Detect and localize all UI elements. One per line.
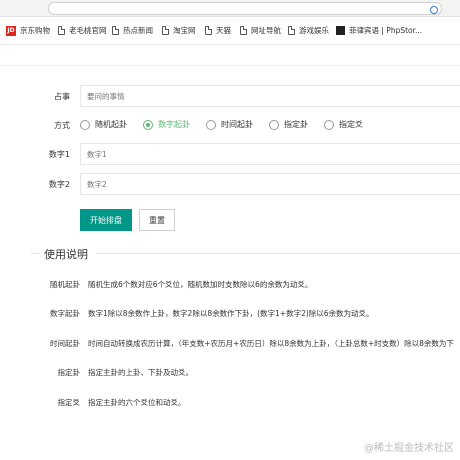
usage-label-random: 随机起卦 bbox=[50, 280, 80, 289]
address-bar-indicator-icon bbox=[430, 6, 438, 14]
bookmark-label: 热点新闻 bbox=[123, 26, 153, 35]
divination-page: 占事 方式 随机起卦 数字起卦 时间起卦 指定卦 指定爻 数字1 数字2 开始排… bbox=[0, 45, 460, 460]
radio-circle-icon bbox=[269, 119, 279, 130]
divider bbox=[0, 65, 460, 66]
usage-text-specify-yao: 指定主卦的六个爻位和动爻。 bbox=[88, 398, 186, 407]
bookmark-label: 老毛桃官网 bbox=[69, 26, 107, 35]
bookmark-label: 天猫 bbox=[216, 26, 231, 35]
watermark: @稀土掘金技术社区 bbox=[364, 443, 454, 454]
usage-label-number: 数字起卦 bbox=[50, 309, 80, 318]
bookmark-taobao[interactable]: 淘宝网 bbox=[162, 25, 196, 36]
bookmark-games[interactable]: 游戏娱乐 bbox=[288, 25, 329, 36]
phpstorm-icon bbox=[336, 26, 345, 35]
bookmark-nav[interactable]: 网址导航 bbox=[240, 25, 281, 36]
radio-number[interactable]: 数字起卦 bbox=[143, 119, 190, 130]
usage-text-time: 时间自动转换成农历计算，（年支数+农历月+农历日）除以8余数为上卦，（上卦总数+… bbox=[88, 339, 454, 348]
radio-label: 随机起卦 bbox=[95, 120, 127, 129]
page-icon bbox=[112, 26, 119, 35]
bookmarks-bar: JD 京东购物 老毛桃官网 热点新闻 淘宝网 天猫 网址导航 游戏娱乐 菲律宾语… bbox=[0, 17, 460, 45]
method-radio-group: 随机起卦 数字起卦 时间起卦 指定卦 指定爻 bbox=[80, 119, 363, 130]
number2-label: 数字2 bbox=[48, 180, 70, 189]
page-icon bbox=[205, 26, 212, 35]
section-divider bbox=[96, 253, 460, 254]
radio-specify-gua[interactable]: 指定卦 bbox=[269, 119, 308, 130]
bookmark-label: 淘宝网 bbox=[173, 26, 196, 35]
radio-label: 指定卦 bbox=[284, 120, 308, 129]
bookmark-label: 网址导航 bbox=[251, 26, 281, 35]
usage-label-specify-gua: 指定卦 bbox=[57, 368, 81, 377]
number1-input[interactable] bbox=[80, 143, 460, 165]
jd-logo-icon: JD bbox=[6, 25, 16, 36]
usage-text-random: 随机生成6个数对应6个爻位，随机数加时支数除以6的余数为动爻。 bbox=[88, 280, 313, 289]
start-button[interactable]: 开始排盘 bbox=[80, 209, 132, 231]
radio-label: 指定爻 bbox=[339, 120, 363, 129]
radio-random[interactable]: 随机起卦 bbox=[80, 119, 127, 130]
number2-input[interactable] bbox=[80, 173, 460, 195]
usage-label-time: 时间起卦 bbox=[50, 339, 80, 348]
usage-text-number: 数字1除以8余数作上卦，数字2除以8余数作下卦，(数字1+数字2)除以6余数为动… bbox=[88, 309, 374, 318]
bookmark-laomaotao[interactable]: 老毛桃官网 bbox=[58, 25, 107, 36]
bookmark-news[interactable]: 热点新闻 bbox=[112, 25, 153, 36]
page-icon bbox=[240, 26, 247, 35]
radio-specify-yao[interactable]: 指定爻 bbox=[324, 119, 363, 130]
section-divider bbox=[30, 253, 40, 254]
event-input[interactable] bbox=[80, 85, 460, 107]
page-icon bbox=[288, 26, 295, 35]
radio-time[interactable]: 时间起卦 bbox=[206, 119, 253, 130]
browser-address-strip bbox=[0, 0, 460, 17]
bookmark-label: 菲律宾语 | PhpStor... bbox=[349, 26, 423, 35]
bookmark-label: 京东购物 bbox=[20, 26, 50, 35]
page-icon bbox=[162, 26, 169, 35]
radio-circle-icon bbox=[80, 119, 90, 130]
usage-text-specify-gua: 指定主卦的上卦、下卦及动爻。 bbox=[88, 368, 193, 377]
radio-label: 时间起卦 bbox=[221, 120, 253, 129]
reset-button[interactable]: 重置 bbox=[139, 209, 175, 231]
usage-title: 使用说明 bbox=[44, 248, 88, 261]
usage-label-specify-yao: 指定爻 bbox=[57, 398, 81, 407]
number1-label: 数字1 bbox=[48, 150, 70, 159]
bookmark-label: 游戏娱乐 bbox=[299, 26, 329, 35]
address-bar[interactable] bbox=[48, 2, 442, 15]
radio-checked-icon bbox=[143, 119, 153, 130]
method-label: 方式 bbox=[54, 121, 70, 130]
radio-circle-icon bbox=[206, 119, 216, 130]
radio-circle-icon bbox=[324, 119, 334, 130]
radio-label: 数字起卦 bbox=[158, 120, 190, 129]
page-icon bbox=[58, 26, 65, 35]
bookmark-jd[interactable]: JD 京东购物 bbox=[6, 25, 50, 36]
bookmark-phpstorm[interactable]: 菲律宾语 | PhpStor... bbox=[336, 25, 422, 36]
event-label: 占事 bbox=[54, 92, 70, 101]
bookmark-tmall[interactable]: 天猫 bbox=[205, 25, 231, 36]
